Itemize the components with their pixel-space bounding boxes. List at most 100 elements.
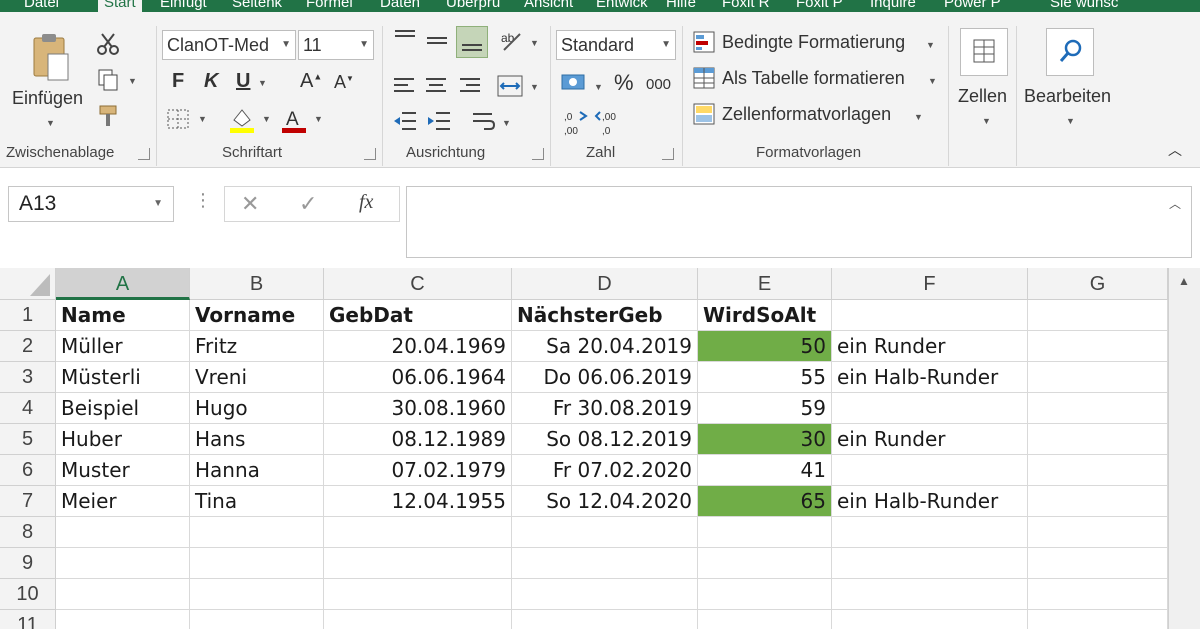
currency-dropdown-icon[interactable]: ▼ — [594, 82, 603, 92]
alignment-launcher-icon[interactable] — [532, 148, 544, 160]
cell-d1[interactable]: NächsterGeb — [512, 300, 698, 331]
italic-button[interactable]: K — [204, 70, 218, 93]
select-all-corner[interactable] — [0, 268, 56, 300]
cell-c11[interactable] — [324, 610, 512, 629]
align-right-icon[interactable] — [458, 76, 482, 101]
cell-c1[interactable]: GebDat — [324, 300, 512, 331]
conditional-formatting-dropdown-icon[interactable]: ▼ — [926, 40, 935, 50]
cell-b8[interactable] — [190, 517, 324, 548]
format-as-table-icon[interactable] — [692, 66, 716, 95]
tab-power-pivot[interactable]: Power P — [944, 0, 1001, 12]
row-header-3[interactable]: 3 — [0, 362, 56, 393]
insert-function-icon[interactable]: fx — [359, 191, 373, 214]
cell-b3[interactable]: Vreni — [190, 362, 324, 393]
font-name-select[interactable]: ClanOT-Med ▼ — [162, 30, 296, 60]
cell-a8[interactable] — [56, 517, 190, 548]
wrap-dropdown-icon[interactable]: ▼ — [502, 118, 511, 128]
cell-e6[interactable]: 41 — [698, 455, 832, 486]
decrease-decimal-icon[interactable]: ,00,0 — [594, 108, 622, 141]
cell-g9[interactable] — [1028, 548, 1168, 579]
format-painter-icon[interactable] — [96, 104, 120, 133]
cell-e9[interactable] — [698, 548, 832, 579]
orientation-dropdown-icon[interactable]: ▼ — [530, 38, 539, 48]
editing-dropdown-icon[interactable]: ▼ — [1066, 116, 1075, 126]
tab-seitenlayout[interactable]: Seitenk — [232, 0, 282, 12]
merge-dropdown-icon[interactable]: ▼ — [530, 82, 539, 92]
cell-e8[interactable] — [698, 517, 832, 548]
wrap-text-icon[interactable] — [470, 110, 496, 137]
cell-a2[interactable]: Müller — [56, 331, 190, 362]
borders-icon[interactable] — [166, 108, 190, 135]
cell-g11[interactable] — [1028, 610, 1168, 629]
cell-c7[interactable]: 12.04.1955 — [324, 486, 512, 517]
tab-einfuegen[interactable]: Einfügt — [160, 0, 207, 12]
align-left-icon[interactable] — [392, 76, 416, 101]
cell-e7[interactable]: 65 — [698, 486, 832, 517]
cell-styles-icon[interactable] — [692, 102, 716, 131]
paste-icon[interactable] — [30, 32, 70, 82]
cell-f3[interactable]: ein Halb-Runder — [832, 362, 1028, 393]
cell-f7[interactable]: ein Halb-Runder — [832, 486, 1028, 517]
cell-c3[interactable]: 06.06.1964 — [324, 362, 512, 393]
tab-hilfe[interactable]: Hilfe — [666, 0, 696, 12]
cell-c8[interactable] — [324, 517, 512, 548]
row-header-11[interactable]: 11 — [0, 610, 56, 629]
cell-e5[interactable]: 30 — [698, 424, 832, 455]
format-as-table-button[interactable]: Als Tabelle formatieren — [722, 68, 905, 89]
cell-a10[interactable] — [56, 579, 190, 610]
bold-button[interactable]: F — [172, 70, 184, 93]
row-header-5[interactable]: 5 — [0, 424, 56, 455]
thousands-separator-button[interactable]: 000 — [646, 76, 671, 93]
cell-f5[interactable]: ein Runder — [832, 424, 1028, 455]
cell-f8[interactable] — [832, 517, 1028, 548]
cell-g6[interactable] — [1028, 455, 1168, 486]
row-header-9[interactable]: 9 — [0, 548, 56, 579]
cell-d10[interactable] — [512, 579, 698, 610]
cell-d7[interactable]: So 12.04.2020 — [512, 486, 698, 517]
percent-button[interactable]: % — [614, 70, 634, 96]
formula-input[interactable]: ︿ — [406, 186, 1192, 258]
increase-indent-icon[interactable] — [426, 110, 452, 137]
cell-b6[interactable]: Hanna — [190, 455, 324, 486]
cell-e11[interactable] — [698, 610, 832, 629]
cell-e4[interactable]: 59 — [698, 393, 832, 424]
row-header-2[interactable]: 2 — [0, 331, 56, 362]
row-header-6[interactable]: 6 — [0, 455, 56, 486]
cell-f2[interactable]: ein Runder — [832, 331, 1028, 362]
cell-c5[interactable]: 08.12.1989 — [324, 424, 512, 455]
cell-g1[interactable] — [1028, 300, 1168, 331]
orientation-icon[interactable]: ab — [498, 28, 526, 61]
cell-b4[interactable]: Hugo — [190, 393, 324, 424]
tab-entwicklertools[interactable]: Entwick — [596, 0, 648, 12]
number-launcher-icon[interactable] — [662, 148, 674, 160]
editing-button[interactable]: Bearbeiten — [1024, 86, 1111, 107]
column-header-f[interactable]: F — [832, 268, 1028, 300]
cell-g7[interactable] — [1028, 486, 1168, 517]
align-center-icon[interactable] — [424, 76, 448, 101]
cell-b9[interactable] — [190, 548, 324, 579]
column-header-e[interactable]: E — [698, 268, 832, 300]
cell-f9[interactable] — [832, 548, 1028, 579]
align-bottom-icon[interactable] — [456, 26, 488, 58]
cell-c6[interactable]: 07.02.1979 — [324, 455, 512, 486]
cell-b5[interactable]: Hans — [190, 424, 324, 455]
underline-dropdown-icon[interactable]: ▼ — [258, 78, 267, 88]
copy-icon[interactable] — [96, 68, 120, 97]
currency-format-icon[interactable] — [560, 70, 588, 99]
cell-d9[interactable] — [512, 548, 698, 579]
cell-styles-button[interactable]: Zellenformatvorlagen — [722, 104, 891, 125]
cells-icon[interactable] — [960, 28, 1008, 76]
confirm-entry-icon[interactable]: ✓ — [299, 191, 317, 217]
cell-b11[interactable] — [190, 610, 324, 629]
cell-d3[interactable]: Do 06.06.2019 — [512, 362, 698, 393]
align-middle-icon[interactable] — [424, 28, 450, 59]
tab-formeln[interactable]: Formel — [306, 0, 353, 12]
shrink-font-icon[interactable]: A▼ — [334, 72, 354, 93]
cell-e3[interactable]: 55 — [698, 362, 832, 393]
cell-a4[interactable]: Beispiel — [56, 393, 190, 424]
column-header-d[interactable]: D — [512, 268, 698, 300]
row-header-10[interactable]: 10 — [0, 579, 56, 610]
cell-b7[interactable]: Tina — [190, 486, 324, 517]
tab-ueberpruefen[interactable]: Überprü — [446, 0, 500, 12]
cell-c9[interactable] — [324, 548, 512, 579]
